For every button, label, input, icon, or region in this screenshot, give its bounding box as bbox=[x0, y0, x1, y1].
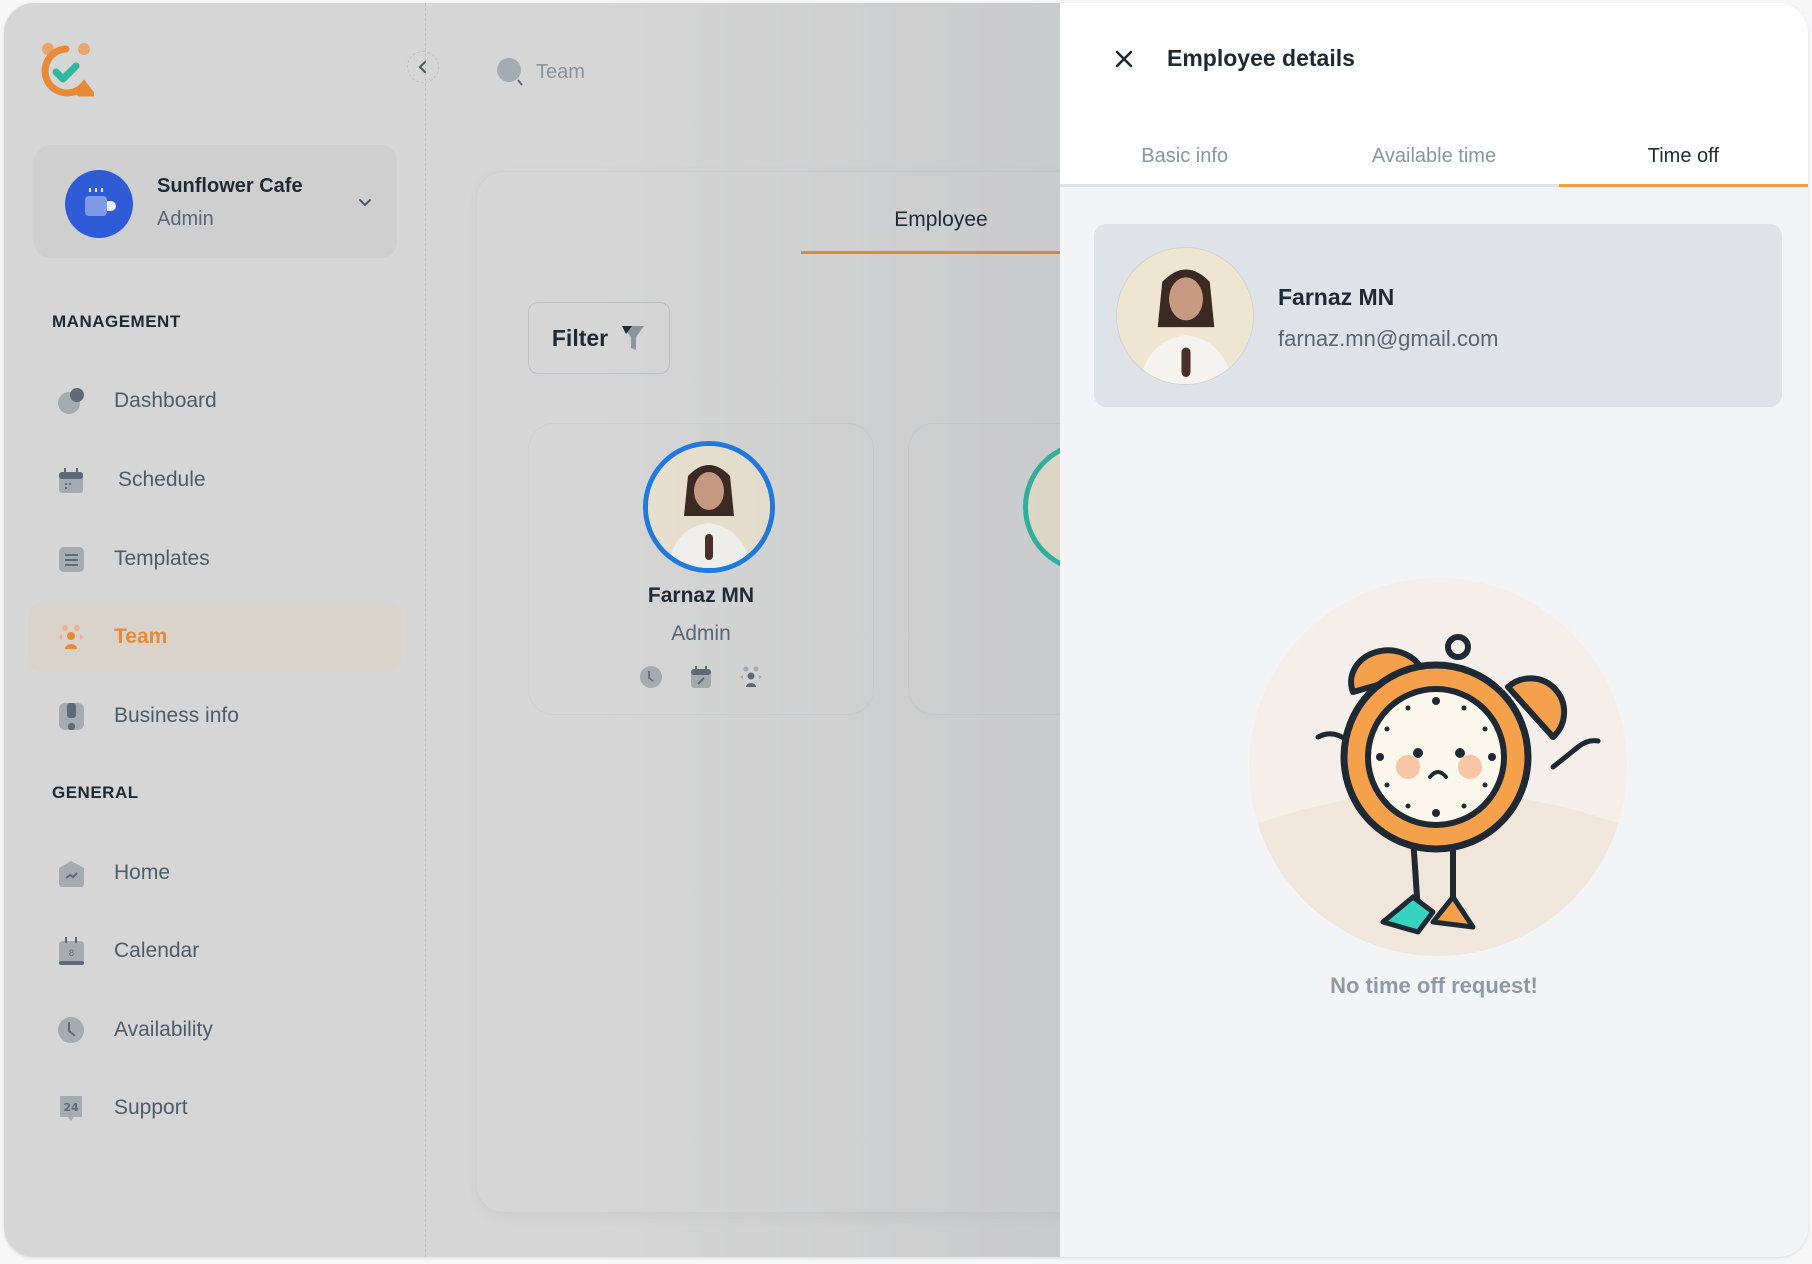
employee-avatar bbox=[643, 441, 775, 573]
sidebar-item-templates[interactable]: Templates bbox=[28, 524, 402, 594]
chevron-left-icon bbox=[418, 61, 426, 73]
filter-button[interactable]: Filter bbox=[528, 302, 670, 374]
section-label-management: MANAGEMENT bbox=[52, 312, 181, 331]
employee-role: Admin bbox=[671, 622, 731, 645]
team-icon bbox=[58, 625, 84, 649]
employee-card[interactable]: Farnaz MN Admin bbox=[528, 423, 874, 715]
sad-alarm-clock-illustration bbox=[1249, 578, 1627, 956]
sidebar-item-label: Calendar bbox=[114, 939, 200, 962]
tab-employee[interactable]: Employee bbox=[801, 208, 1081, 232]
availability-clock-icon[interactable] bbox=[639, 665, 663, 689]
shop-icon bbox=[59, 703, 84, 730]
pie-chart-icon bbox=[58, 388, 84, 414]
tab-time-off[interactable]: Time off bbox=[1558, 133, 1808, 187]
search-input[interactable]: Team bbox=[536, 61, 585, 84]
app-logo-icon bbox=[41, 43, 94, 97]
person-photo-icon bbox=[648, 446, 770, 568]
close-icon bbox=[1115, 50, 1133, 68]
section-label-general: GENERAL bbox=[52, 783, 139, 802]
employee-profile-card: Farnaz MN farnaz.mn@gmail.com bbox=[1094, 224, 1782, 407]
sidebar-item-label: Templates bbox=[114, 547, 210, 570]
employee-actions bbox=[529, 665, 873, 689]
profile-name: Farnaz MN bbox=[1278, 284, 1395, 310]
sidebar-item-schedule[interactable]: Schedule bbox=[28, 445, 402, 515]
employee-name: Farnaz MN bbox=[647, 584, 755, 607]
sidebar-item-home[interactable]: Home bbox=[28, 838, 402, 908]
schedule-edit-icon[interactable] bbox=[689, 665, 713, 689]
business-role: Admin bbox=[157, 208, 214, 230]
person-photo-icon bbox=[1117, 248, 1253, 384]
sidebar-item-dashboard[interactable]: Dashboard bbox=[28, 366, 402, 436]
app-window: Sunflower Cafe Admin MANAGEMENT Dashboar… bbox=[4, 3, 1808, 1257]
team-role-icon[interactable] bbox=[739, 665, 763, 689]
tab-available-time[interactable]: Available time bbox=[1309, 133, 1558, 184]
sidebar-item-label: Support bbox=[114, 1096, 188, 1119]
search-bar[interactable]: Team bbox=[494, 55, 585, 89]
tab-basic-info[interactable]: Basic info bbox=[1060, 133, 1309, 184]
close-button[interactable] bbox=[1108, 43, 1140, 75]
sidebar-item-business-info[interactable]: Business info bbox=[28, 681, 402, 751]
business-avatar bbox=[65, 170, 133, 238]
sidebar-item-label: Team bbox=[114, 625, 168, 648]
sidebar-item-support[interactable]: 24 Support bbox=[28, 1073, 402, 1143]
collapse-sidebar-button[interactable] bbox=[407, 51, 439, 83]
sidebar-item-calendar[interactable]: 8 Calendar bbox=[28, 916, 402, 986]
sidebar-item-team[interactable]: Team bbox=[28, 602, 402, 672]
calendar-date-icon: 8 bbox=[59, 937, 84, 965]
sidebar-divider bbox=[425, 3, 426, 1257]
search-icon bbox=[497, 58, 523, 86]
document-list-icon bbox=[59, 547, 84, 572]
svg-text:24: 24 bbox=[63, 1101, 79, 1114]
business-switcher[interactable]: Sunflower Cafe Admin bbox=[34, 145, 397, 258]
sidebar: Sunflower Cafe Admin MANAGEMENT Dashboar… bbox=[4, 3, 439, 1257]
profile-email: farnaz.mn@gmail.com bbox=[1278, 326, 1499, 351]
sidebar-item-label: Home bbox=[114, 861, 171, 884]
calendar-icon bbox=[59, 468, 83, 493]
sidebar-item-label: Availability bbox=[114, 1018, 213, 1041]
sidebar-item-label: Dashboard bbox=[114, 389, 217, 412]
support-24-icon: 24 bbox=[60, 1096, 82, 1121]
coffee-cup-icon bbox=[85, 188, 116, 216]
sidebar-item-label: Business info bbox=[114, 704, 239, 727]
filter-label: Filter bbox=[551, 324, 609, 351]
empty-state-message: No time off request! bbox=[1330, 973, 1538, 998]
employee-details-drawer: Employee details Basic info Available ti… bbox=[1060, 3, 1808, 1257]
sidebar-item-availability[interactable]: Availability bbox=[28, 995, 402, 1065]
clock-icon bbox=[58, 1017, 84, 1043]
business-name: Sunflower Cafe bbox=[157, 175, 303, 197]
team-page: Sunflower Cafe Admin MANAGEMENT Dashboar… bbox=[4, 3, 1254, 1257]
home-chart-icon bbox=[59, 861, 84, 887]
drawer-title: Employee details bbox=[1167, 45, 1355, 71]
filter-icon bbox=[622, 326, 645, 350]
svg-text:8: 8 bbox=[69, 949, 75, 959]
profile-avatar bbox=[1116, 247, 1254, 385]
drawer-tabs: Basic info Available time Time off bbox=[1060, 133, 1808, 187]
sidebar-item-label: Schedule bbox=[118, 468, 206, 491]
drawer-header: Employee details Basic info Available ti… bbox=[1060, 3, 1808, 187]
chevron-down-icon bbox=[359, 199, 371, 207]
